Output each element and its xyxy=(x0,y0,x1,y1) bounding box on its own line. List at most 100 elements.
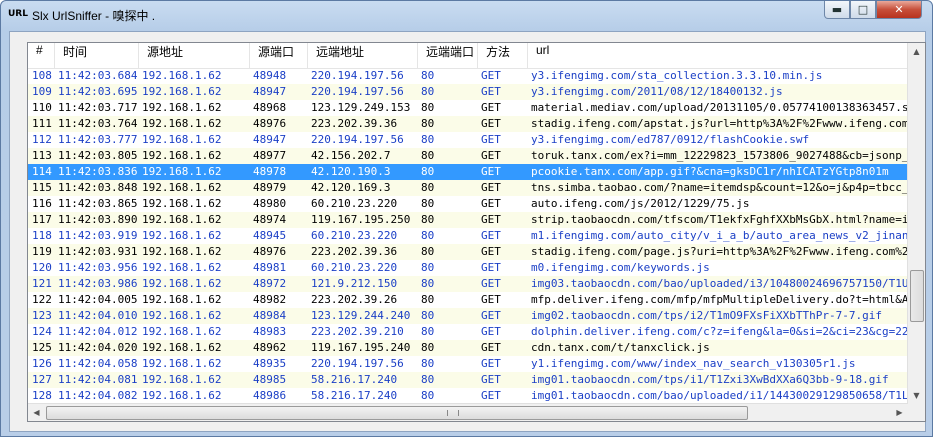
table-row[interactable]: 112 11:42:03.777 192.168.1.62 48947 220.194.… xyxy=(28,132,908,148)
vertical-scrollbar[interactable]: ▲ ▼ xyxy=(907,43,925,404)
table-row[interactable]: 111 11:42:03.764 192.168.1.62 48976 223.202.… xyxy=(28,116,908,132)
cell-remote-port: 80 xyxy=(421,277,435,290)
cell-source-port: 48983 xyxy=(253,325,287,338)
table-row[interactable]: 113 11:42:03.805 192.168.1.62 48977 42.156.2… xyxy=(28,148,908,164)
cell-source-port: 48947 xyxy=(253,133,287,146)
table-row[interactable]: 128 11:42:04.082 192.168.1.62 48986 58.216.1… xyxy=(28,388,908,404)
cell-source-port: 48947 xyxy=(253,85,287,98)
cell-source-port: 48968 xyxy=(253,101,287,114)
cell-remote-port: 80 xyxy=(421,85,435,98)
table-row[interactable]: 125 11:42:04.020 192.168.1.62 48962 119.167.… xyxy=(28,340,908,356)
cell-source-port: 48948 xyxy=(253,69,287,82)
table-row[interactable]: 121 11:42:03.986 192.168.1.62 48972 121.9.21… xyxy=(28,276,908,292)
cell-number: 127 xyxy=(32,373,52,386)
cell-method: GET xyxy=(481,309,501,322)
table-row[interactable]: 116 11:42:03.865 192.168.1.62 48980 60.210.2… xyxy=(28,196,908,212)
column-header-number[interactable]: # xyxy=(28,43,55,68)
cell-url: strip.taobaocdn.com/tfscom/T1ekfxFghfXXb… xyxy=(531,213,908,226)
cell-number: 121 xyxy=(32,277,52,290)
scroll-up-arrow-icon[interactable]: ▲ xyxy=(908,43,925,60)
cell-number: 123 xyxy=(32,309,52,322)
cell-number: 117 xyxy=(32,213,52,226)
cell-url: m1.ifengimg.com/auto_city/v_i_a_b/auto_a… xyxy=(531,229,908,242)
column-header-source-address[interactable]: 源地址 xyxy=(139,43,250,68)
table-row[interactable]: 117 11:42:03.890 192.168.1.62 48974 119.167.… xyxy=(28,212,908,228)
cell-source-port: 48935 xyxy=(253,357,287,370)
cell-method: GET xyxy=(481,261,501,274)
table-row[interactable]: 120 11:42:03.956 192.168.1.62 48981 60.210.2… xyxy=(28,260,908,276)
cell-number: 108 xyxy=(32,69,52,82)
cell-remote-port: 80 xyxy=(421,373,435,386)
cell-method: GET xyxy=(481,373,501,386)
cell-remote-port: 80 xyxy=(421,389,435,402)
cell-number: 116 xyxy=(32,197,52,210)
cell-remote-address: 223.202.39.36 xyxy=(311,245,398,258)
table-row[interactable]: 108 11:42:03.684 192.168.1.62 48948 220.194.… xyxy=(28,68,908,84)
table-row[interactable]: 122 11:42:04.005 192.168.1.62 48982 223.202.… xyxy=(28,292,908,308)
table-row[interactable]: 126 11:42:04.058 192.168.1.62 48935 220.194.… xyxy=(28,356,908,372)
title-bar[interactable]: URL Slx UrlSniffer - 嗅探中 . xyxy=(1,1,932,31)
cell-source-address: 192.168.1.62 xyxy=(142,373,222,386)
cell-remote-port: 80 xyxy=(421,69,435,82)
cell-source-address: 192.168.1.62 xyxy=(142,293,222,306)
cell-time: 11:42:03.919 xyxy=(58,229,138,242)
cell-source-address: 192.168.1.62 xyxy=(142,117,222,130)
cell-url: y3.ifengimg.com/sta_collection.3.3.10.mi… xyxy=(531,69,823,82)
cell-url: img02.taobaocdn.com/tps/i2/T1mO9FXsFiXXb… xyxy=(531,309,882,322)
horizontal-scrollbar[interactable]: ◀ ▶ xyxy=(28,403,908,421)
cell-source-port: 48981 xyxy=(253,261,287,274)
table-row[interactable]: 119 11:42:03.931 192.168.1.62 48976 223.202.… xyxy=(28,244,908,260)
maximize-button[interactable]: □ xyxy=(850,1,876,19)
column-header-source-port[interactable]: 源端口 xyxy=(250,43,308,68)
cell-time: 11:42:03.777 xyxy=(58,133,138,146)
cell-source-port: 48982 xyxy=(253,293,287,306)
cell-url: y1.ifengimg.com/www/index_nav_search_v13… xyxy=(531,357,856,370)
cell-method: GET xyxy=(481,181,501,194)
cell-remote-port: 80 xyxy=(421,165,435,178)
scroll-left-arrow-icon[interactable]: ◀ xyxy=(28,404,45,421)
cell-remote-address: 123.129.249.153 xyxy=(311,101,411,114)
request-list-view[interactable]: # 时间 源地址 源端口 远端地址 远端端口 方法 url 108 11:42:0… xyxy=(27,42,926,422)
vertical-scroll-thumb[interactable] xyxy=(910,270,924,322)
cell-number: 126 xyxy=(32,357,52,370)
table-row[interactable]: 124 11:42:04.012 192.168.1.62 48983 223.202.… xyxy=(28,324,908,340)
column-header-url[interactable]: url xyxy=(528,43,908,68)
cell-number: 111 xyxy=(32,117,52,130)
scroll-down-arrow-icon[interactable]: ▼ xyxy=(908,387,925,404)
column-header-method[interactable]: 方法 xyxy=(478,43,528,68)
cell-number: 128 xyxy=(32,389,52,402)
cell-source-address: 192.168.1.62 xyxy=(142,277,222,290)
cell-url: mfp.deliver.ifeng.com/mfp/mfpMultipleDel… xyxy=(531,293,908,306)
table-row[interactable]: 118 11:42:03.919 192.168.1.62 48945 60.210.2… xyxy=(28,228,908,244)
table-row[interactable]: 115 11:42:03.848 192.168.1.62 48979 42.120.1… xyxy=(28,180,908,196)
table-row[interactable]: 123 11:42:04.010 192.168.1.62 48984 123.129.… xyxy=(28,308,908,324)
table-row[interactable]: 127 11:42:04.081 192.168.1.62 48985 58.216.1… xyxy=(28,372,908,388)
table-row-selected[interactable]: 114 11:42:03.836 192.168.1.62 48978 42.120.1… xyxy=(28,164,908,180)
cell-time: 11:42:03.956 xyxy=(58,261,138,274)
cell-remote-address: 220.194.197.56 xyxy=(311,357,404,370)
table-row[interactable]: 109 11:42:03.695 192.168.1.62 48947 220.194.… xyxy=(28,84,908,100)
cell-source-port: 48985 xyxy=(253,373,287,386)
cell-url: toruk.tanx.com/ex?i=mm_12229823_1573806_… xyxy=(531,149,908,162)
close-button[interactable]: ✕ xyxy=(876,1,922,19)
cell-source-address: 192.168.1.62 xyxy=(142,197,222,210)
column-header-remote-address[interactable]: 远端地址 xyxy=(308,43,418,68)
horizontal-scroll-thumb[interactable] xyxy=(46,406,748,420)
scroll-right-arrow-icon[interactable]: ▶ xyxy=(891,404,908,421)
cell-remote-address: 42.120.190.3 xyxy=(311,165,391,178)
cell-remote-port: 80 xyxy=(421,133,435,146)
cell-remote-address: 223.202.39.26 xyxy=(311,293,398,306)
cell-url: pcookie.tanx.com/app.gif?&cna=gksDC1r/nh… xyxy=(531,165,889,178)
minimize-button[interactable]: ▬ xyxy=(824,1,850,19)
column-header-remote-port[interactable]: 远端端口 xyxy=(418,43,478,68)
cell-time: 11:42:03.717 xyxy=(58,101,138,114)
cell-remote-port: 80 xyxy=(421,357,435,370)
cell-method: GET xyxy=(481,293,501,306)
column-header-time[interactable]: 时间 xyxy=(55,43,139,68)
cell-method: GET xyxy=(481,101,501,114)
table-row[interactable]: 110 11:42:03.717 192.168.1.62 48968 123.129.… xyxy=(28,100,908,116)
cell-remote-address: 123.129.244.240 xyxy=(311,309,411,322)
cell-source-address: 192.168.1.62 xyxy=(142,165,222,178)
cell-time: 11:42:03.931 xyxy=(58,245,138,258)
cell-source-address: 192.168.1.62 xyxy=(142,309,222,322)
